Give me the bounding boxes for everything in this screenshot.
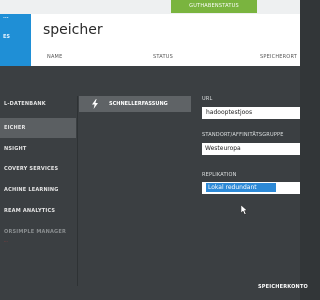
- url-label: URL: [202, 96, 213, 102]
- page-title: speicher: [43, 22, 103, 38]
- replication-select[interactable]: Lokal redundant: [202, 182, 300, 194]
- left-strip-label-top: ...: [3, 14, 9, 20]
- left-strip-label[interactable]: ES: [3, 34, 10, 40]
- column-location[interactable]: SPEICHERORT: [260, 54, 297, 60]
- url-input[interactable]: hadooptestjoos: [202, 107, 300, 119]
- credit-status-tab[interactable]: GUTHABENSTATUS: [171, 0, 257, 13]
- nav-item-storage[interactable]: EICHER: [0, 118, 76, 138]
- quick-create-label: SCHNELLERFASSUNG: [109, 101, 168, 107]
- nav-item-storsimple-manager[interactable]: ORSIMPLE MANAGER: [0, 229, 66, 235]
- quick-create-item[interactable]: SCHNELLERFASSUNG: [79, 96, 191, 112]
- nav-item-sql-database[interactable]: L-DATENBANK: [0, 101, 46, 107]
- mouse-cursor-icon: [241, 205, 248, 215]
- location-select[interactable]: Westeuropa: [202, 143, 300, 155]
- replication-label: REPLIKATION: [202, 172, 237, 178]
- storage-account-button[interactable]: SPEICHERKONTO: [258, 284, 308, 290]
- location-label: STANDORT/AFFINITÄTSGRUPPE: [202, 132, 284, 138]
- nav-item-hdinsight[interactable]: NSIGHT: [0, 146, 27, 152]
- nav-warning-text: ...: [4, 238, 8, 243]
- column-divider: [77, 96, 78, 286]
- column-status[interactable]: STATUS: [153, 54, 173, 60]
- replication-selected-option[interactable]: Lokal redundant: [206, 183, 276, 192]
- left-nav-strip: ... ES: [0, 14, 31, 66]
- column-name[interactable]: NAME: [47, 54, 62, 60]
- bolt-icon: [92, 99, 98, 109]
- nav-item-recovery-services[interactable]: COVERY SERVICES: [0, 166, 58, 172]
- nav-item-stream-analytics[interactable]: REAM ANALYTICS: [0, 208, 55, 214]
- nav-item-machine-learning[interactable]: ACHINE LEARNING: [0, 187, 59, 193]
